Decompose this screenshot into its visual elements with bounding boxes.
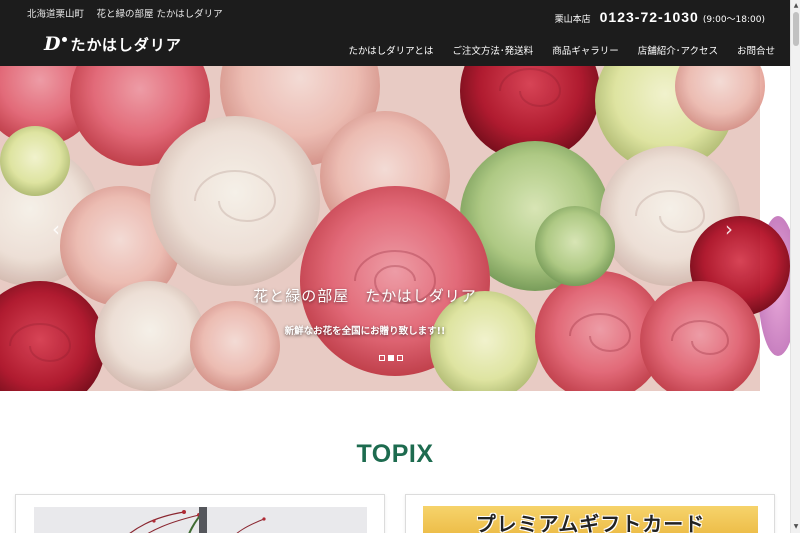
slider-dot-1[interactable] (379, 355, 385, 361)
premium-gift-card-banner[interactable]: プレミアムギフトカード (423, 506, 758, 533)
page-scrollbar[interactable]: ▲ ▼ (790, 0, 800, 533)
nav-item-order-shipping[interactable]: ご注文方法･発送料 (452, 43, 533, 57)
nav-item-gallery[interactable]: 商品ギャラリー (552, 43, 619, 57)
slider-dot-2[interactable] (388, 355, 394, 361)
business-hours: (9:00〜18:00) (702, 15, 765, 25)
page: 北海道栗山町 花と緑の部屋 たかはしダリア 栗山本店 0123-72-1030 … (0, 0, 800, 533)
slider-dot-3[interactable] (397, 355, 403, 361)
slider-next-icon[interactable]: › (725, 219, 733, 239)
gift-card-banner-text: プレミアムギフトカード (475, 512, 706, 533)
hero-slider: 花と緑の部屋 たかはしダリア 新鮮なお花を全国にお贈り致します!! ‹ › (0, 66, 790, 391)
nav-item-contact[interactable]: お問合せ (737, 43, 775, 57)
topix-heading: TOPIX (356, 440, 434, 468)
topix-card-1[interactable] (15, 494, 385, 533)
flower-arrangement-illustration (34, 507, 367, 533)
slider-prev-icon[interactable]: ‹ (52, 219, 60, 239)
nav-item-about[interactable]: たかはしダリアとは (348, 43, 433, 57)
flower-arrangement-photo[interactable] (34, 507, 367, 533)
hero-subtitle: 新鮮なお花を全国にお贈り致します!! (284, 326, 446, 337)
header-contact: 栗山本店 0123-72-1030 (9:00〜18:00) (555, 9, 765, 25)
hero-title: 花と緑の部屋 たかはしダリア (253, 287, 477, 305)
hero-flower-image (0, 66, 790, 391)
scrollbar-thumb[interactable] (793, 12, 799, 46)
topix-card-2[interactable]: プレミアムギフトカード (405, 494, 775, 533)
logo-text: たかはしダリア (70, 36, 182, 54)
scroll-up-arrow-icon[interactable]: ▲ (792, 1, 800, 11)
main-nav: たかはしダリアとは ご注文方法･発送料 商品ギャラリー 店舗紹介･アクセス お問… (329, 43, 775, 57)
site-header: 北海道栗山町 花と緑の部屋 たかはしダリア 栗山本店 0123-72-1030 … (0, 0, 790, 66)
scroll-down-arrow-icon[interactable]: ▼ (792, 522, 800, 532)
logo-dot-icon (62, 37, 68, 42)
header-tagline: 北海道栗山町 花と緑の部屋 たかはしダリア (27, 9, 223, 20)
nav-item-store-access[interactable]: 店舗紹介･アクセス (638, 43, 718, 57)
shop-name: 栗山本店 (554, 15, 591, 25)
logo-mark: D (44, 33, 61, 55)
phone-number[interactable]: 0123-72-1030 (600, 9, 699, 25)
site-logo[interactable]: D たかはしダリア (44, 34, 182, 55)
slider-pagination (379, 355, 403, 361)
